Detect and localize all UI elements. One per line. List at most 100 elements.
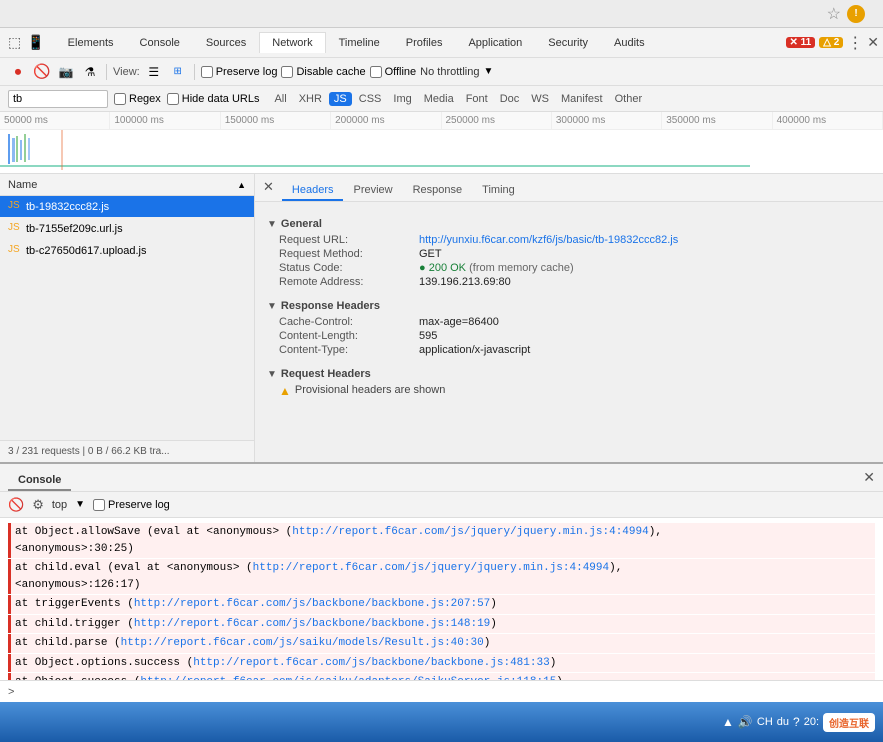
tab-timeline[interactable]: Timeline: [326, 32, 393, 53]
filter-tag-other[interactable]: Other: [610, 92, 648, 106]
tab-elements[interactable]: Elements: [55, 32, 127, 53]
error-badge: ✕ 11: [786, 37, 816, 48]
content-area: Name ▲ JS tb-19832ccc82.js JS tb-7155ef2…: [0, 174, 883, 462]
console-filter-icon[interactable]: ⚙: [32, 497, 44, 513]
console-prompt: >: [8, 686, 14, 698]
console-link-2[interactable]: http://report.f6car.com/js/backbone/back…: [134, 598, 490, 610]
filter-tag-all[interactable]: All: [269, 92, 291, 106]
more-options-icon[interactable]: ⋮: [847, 33, 863, 53]
clear-button[interactable]: 🚫: [32, 62, 52, 82]
general-section-header[interactable]: ▼ General: [267, 218, 871, 230]
large-view-button[interactable]: ⊞: [168, 62, 188, 82]
close-devtools-icon[interactable]: ✕: [867, 34, 879, 51]
filter-tag-doc[interactable]: Doc: [495, 92, 525, 106]
js-file-icon-0: JS: [8, 200, 22, 214]
regex-checkbox[interactable]: Regex: [114, 93, 161, 105]
filter-tag-font[interactable]: Font: [461, 92, 493, 106]
console-link-0[interactable]: http://report.f6car.com/js/jquery/jquery…: [292, 526, 648, 538]
disable-cache-checkbox[interactable]: Disable cache: [281, 66, 365, 78]
request-url-key: Request URL:: [279, 234, 419, 246]
console-context-label: top: [52, 499, 67, 511]
tab-audits[interactable]: Audits: [601, 32, 658, 53]
filter-tag-manifest[interactable]: Manifest: [556, 92, 608, 106]
throttle-dropdown-icon[interactable]: ▼: [483, 66, 493, 77]
filter-tag-xhr[interactable]: XHR: [294, 92, 327, 106]
tab-application[interactable]: Application: [455, 32, 535, 53]
file-item-0[interactable]: JS tb-19832ccc82.js: [0, 196, 254, 218]
response-headers-section-header[interactable]: ▼ Response Headers: [267, 300, 871, 312]
regex-input[interactable]: [114, 93, 126, 105]
detail-close-btn[interactable]: ✕: [263, 174, 274, 201]
cache-control-key: Cache-Control:: [279, 316, 419, 328]
filter-tag-ws[interactable]: WS: [526, 92, 554, 106]
detail-tab-timing[interactable]: Timing: [472, 181, 525, 201]
detail-tab-preview[interactable]: Preview: [343, 181, 402, 201]
preserve-log-input[interactable]: [201, 66, 213, 78]
filter-input[interactable]: [8, 90, 108, 108]
taskbar-logo[interactable]: 创造互联: [823, 713, 875, 732]
console-error-0: at Object.allowSave (eval at <anonymous>…: [8, 523, 875, 558]
timeline-ruler: 50000 ms 100000 ms 150000 ms 200000 ms 2…: [0, 112, 883, 130]
filter-tag-js[interactable]: JS: [329, 92, 352, 106]
star-icon[interactable]: ☆: [827, 4, 841, 24]
filter-toggle-button[interactable]: ⚗: [80, 62, 100, 82]
taskbar-up-icon[interactable]: ▲: [722, 715, 734, 729]
filter-tag-media[interactable]: Media: [419, 92, 459, 106]
offline-input[interactable]: [370, 66, 382, 78]
detail-tab-headers[interactable]: Headers: [282, 181, 344, 201]
console-error-5: at Object.options.success (http://report…: [8, 654, 875, 673]
console-link-1[interactable]: http://report.f6car.com/js/jquery/jquery…: [253, 562, 609, 574]
taskbar-help-icon[interactable]: ?: [793, 715, 800, 729]
detail-tab-response[interactable]: Response: [403, 181, 473, 201]
console-preserve-log-input[interactable]: [93, 499, 105, 511]
preserve-log-checkbox[interactable]: Preserve log: [201, 66, 278, 78]
devtools-panel: ⬚ 📱 Elements Console Sources Network Tim…: [0, 28, 883, 702]
console-error-3: at child.trigger (http://report.f6car.co…: [8, 615, 875, 634]
filter-tag-img[interactable]: Img: [388, 92, 416, 106]
request-headers-section-header[interactable]: ▼ Request Headers: [267, 368, 871, 380]
disable-cache-input[interactable]: [281, 66, 293, 78]
camera-button[interactable]: 📷: [56, 62, 76, 82]
console-link-5[interactable]: http://report.f6car.com/js/backbone/back…: [193, 657, 549, 669]
tab-profiles[interactable]: Profiles: [393, 32, 456, 53]
hide-data-urls-checkbox[interactable]: Hide data URLs: [167, 93, 260, 105]
tab-network[interactable]: Network: [259, 32, 325, 53]
tab-console[interactable]: Console: [127, 32, 193, 53]
timeline-section: 50000 ms 100000 ms 150000 ms 200000 ms 2…: [0, 112, 883, 174]
device-icon[interactable]: 📱: [27, 34, 44, 51]
disable-cache-label: Disable cache: [296, 66, 365, 78]
close-console-icon[interactable]: ✕: [863, 463, 883, 491]
cache-control-value: max-age=86400: [419, 316, 871, 328]
browser-chrome: ☆ !: [0, 0, 883, 28]
cache-control-row: Cache-Control: max-age=86400: [279, 316, 871, 328]
filter-tag-css[interactable]: CSS: [354, 92, 387, 106]
console-tab-console[interactable]: Console: [8, 471, 71, 491]
console-error-4: at child.parse (http://report.f6car.com/…: [8, 634, 875, 653]
list-view-button[interactable]: ☰: [144, 62, 164, 82]
file-item-2[interactable]: JS tb-c27650d617.upload.js: [0, 240, 254, 262]
status-ok-text: 200 OK: [429, 262, 466, 274]
console-input[interactable]: [18, 686, 875, 698]
view-label: View:: [113, 66, 140, 78]
response-headers-triangle-icon: ▼: [267, 301, 277, 312]
file-item-1[interactable]: JS tb-7155ef209c.url.js: [0, 218, 254, 240]
console-clear-icon[interactable]: 🚫: [8, 497, 24, 513]
tab-sources[interactable]: Sources: [193, 32, 259, 53]
record-button[interactable]: ⏺: [8, 62, 28, 82]
inspect-icon[interactable]: ⬚: [8, 34, 21, 51]
provisional-notice-row: ▲ Provisional headers are shown: [279, 384, 871, 398]
console-tab-bar: Console ✕: [0, 464, 883, 492]
console-link-3[interactable]: http://report.f6car.com/js/backbone/back…: [134, 618, 490, 630]
console-link-4[interactable]: http://report.f6car.com/js/saiku/models/…: [121, 637, 484, 649]
console-preserve-log-checkbox[interactable]: Preserve log: [93, 499, 170, 511]
console-toolbar: 🚫 ⚙ top ▼ Preserve log: [0, 492, 883, 518]
console-content: at Object.allowSave (eval at <anonymous>…: [0, 518, 883, 680]
tab-security[interactable]: Security: [535, 32, 601, 53]
offline-checkbox[interactable]: Offline: [370, 66, 417, 78]
ruler-label-7: 350000 ms: [662, 112, 772, 129]
console-context-dropdown-icon[interactable]: ▼: [75, 499, 85, 510]
ruler-label-1: 50000 ms: [0, 112, 110, 129]
no-throttling-select[interactable]: No throttling: [420, 66, 479, 78]
taskbar-speaker-icon[interactable]: 🔊: [738, 715, 753, 729]
hide-data-urls-input[interactable]: [167, 93, 179, 105]
